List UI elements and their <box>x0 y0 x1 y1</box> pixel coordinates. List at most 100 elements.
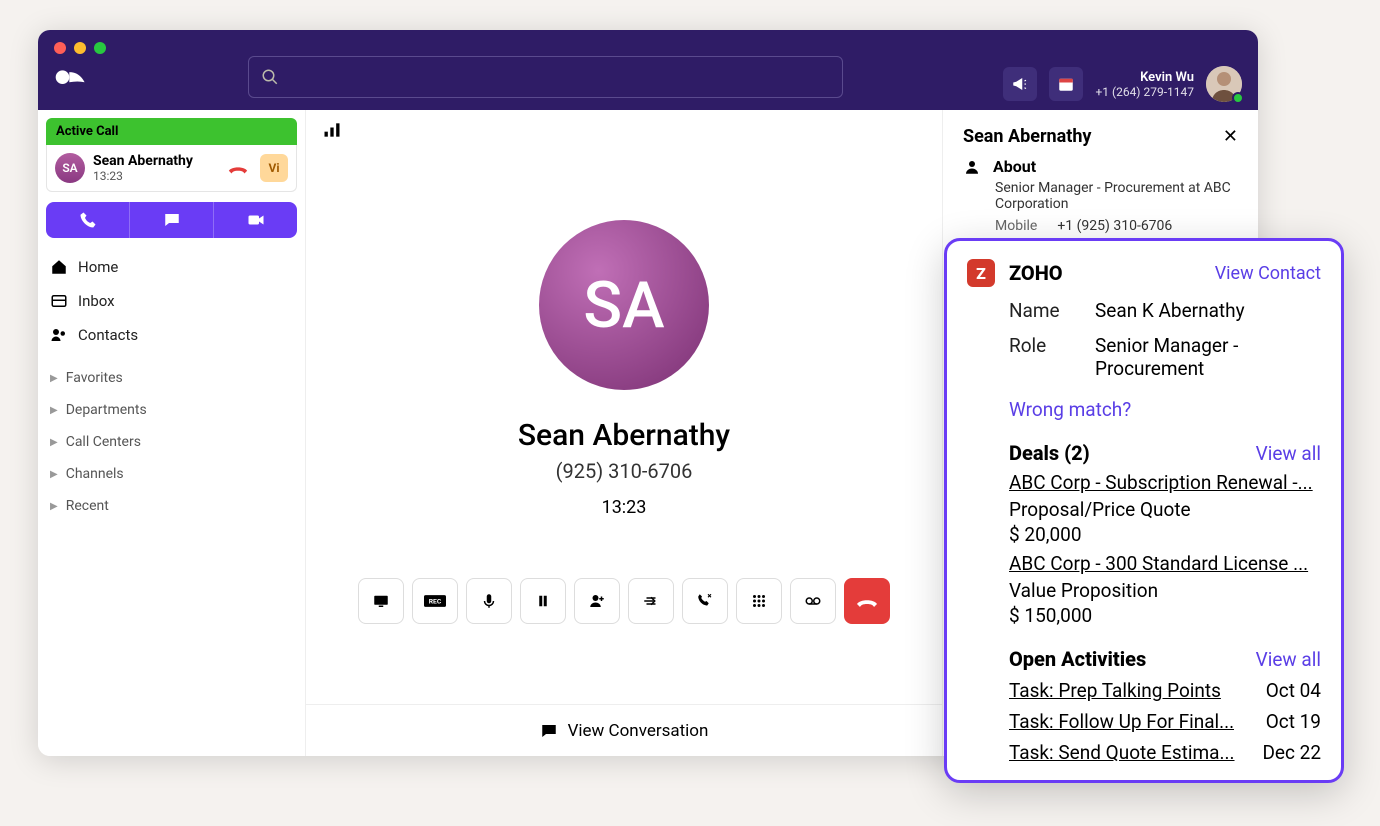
zoho-name-value: Sean K Abernathy <box>1095 299 1321 322</box>
active-call-banner: Active Call <box>46 118 297 145</box>
close-window-button[interactable] <box>54 42 66 54</box>
nav-home-label: Home <box>78 258 118 276</box>
mute-button[interactable] <box>466 578 512 624</box>
group-favorites[interactable]: ▶Favorites <box>46 362 297 394</box>
nav-contacts[interactable]: Contacts <box>46 318 297 352</box>
zoho-logo: Z <box>967 259 995 287</box>
nav-contacts-label: Contacts <box>78 326 138 344</box>
home-icon <box>50 258 68 276</box>
deals-view-all[interactable]: View all <box>1256 442 1321 465</box>
mic-icon <box>480 592 498 610</box>
activity-item: Task: Prep Talking Points Oct 04 <box>1009 679 1321 702</box>
chat-icon <box>540 722 558 740</box>
megaphone-icon <box>1011 75 1029 93</box>
call-timer: 13:23 <box>602 497 647 518</box>
activity-date: Dec 22 <box>1262 741 1321 764</box>
current-user-phone: +1 (264) 279-1147 <box>1095 85 1194 99</box>
pause-icon <box>534 592 552 610</box>
activity-title[interactable]: Task: Send Quote Estima... <box>1009 741 1235 764</box>
call-tab[interactable] <box>46 202 130 238</box>
deal-stage: Proposal/Price Quote <box>1009 498 1321 521</box>
hangup-button[interactable] <box>844 578 890 624</box>
activity-item: Task: Send Quote Estima... Dec 22 <box>1009 741 1321 764</box>
message-tab[interactable] <box>130 202 214 238</box>
about-label: About <box>993 157 1036 176</box>
transfer-icon <box>642 592 660 610</box>
caller-avatar: SA <box>55 153 85 183</box>
deal-stage: Value Proposition <box>1009 579 1321 602</box>
deal-title[interactable]: ABC Corp - Subscription Renewal -... <box>1009 471 1321 494</box>
add-participant-button[interactable] <box>574 578 620 624</box>
hangup-mini-button[interactable] <box>224 158 252 178</box>
rec-icon: REC <box>424 594 446 608</box>
window-controls <box>54 42 106 54</box>
activity-title[interactable]: Task: Follow Up For Final... <box>1009 710 1234 733</box>
search-input[interactable] <box>248 56 843 98</box>
sidebar: Active Call SA Sean Abernathy 13:23 Vi <box>38 110 306 756</box>
mobile-value: +1 (925) 310-6706 <box>1057 218 1172 234</box>
details-title: Sean Abernathy <box>963 126 1092 147</box>
maximize-window-button[interactable] <box>94 42 106 54</box>
contacts-icon <box>50 326 68 344</box>
activity-date: Oct 19 <box>1266 710 1321 733</box>
phone-icon <box>79 211 97 229</box>
signal-icon <box>322 120 342 140</box>
active-call-duration: 13:23 <box>93 169 216 183</box>
deal-title[interactable]: ABC Corp - 300 Standard License ... <box>1009 552 1321 575</box>
dialpad-icon <box>750 592 768 610</box>
calendar-button[interactable] <box>1049 67 1083 101</box>
group-recent[interactable]: ▶Recent <box>46 490 297 522</box>
group-channels[interactable]: ▶Channels <box>46 458 297 490</box>
about-text: Senior Manager - Procurement at ABC Corp… <box>995 180 1238 212</box>
mobile-label: Mobile <box>995 218 1037 234</box>
nav-inbox-label: Inbox <box>78 292 115 310</box>
view-contact-link[interactable]: View Contact <box>1215 263 1321 284</box>
voicemail-icon <box>804 592 822 610</box>
activities-heading: Open Activities <box>1009 647 1146 671</box>
nav-home[interactable]: Home <box>46 250 297 284</box>
hangup-icon <box>855 593 879 609</box>
comm-mode-segmented <box>46 202 297 238</box>
avatar-wrap[interactable] <box>1206 66 1242 102</box>
screenshare-button[interactable] <box>358 578 404 624</box>
view-conversation-button[interactable]: View Conversation <box>306 704 942 756</box>
minimize-window-button[interactable] <box>74 42 86 54</box>
dialpad-button[interactable] <box>736 578 782 624</box>
caller-large-avatar: SA <box>539 220 709 390</box>
zoho-popup: Z ZOHO View Contact Name Sean K Abernath… <box>944 238 1344 783</box>
presence-indicator <box>1232 92 1244 104</box>
wrong-match-link[interactable]: Wrong match? <box>1009 398 1321 421</box>
group-departments[interactable]: ▶Departments <box>46 394 297 426</box>
activity-title[interactable]: Task: Prep Talking Points <box>1009 679 1221 702</box>
activity-date: Oct 04 <box>1266 679 1321 702</box>
group-call-centers[interactable]: ▶Call Centers <box>46 426 297 458</box>
active-call-name: Sean Abernathy <box>93 153 216 169</box>
video-icon <box>247 211 265 229</box>
view-conversation-label: View Conversation <box>568 721 709 741</box>
deal-item: ABC Corp - Subscription Renewal -... Pro… <box>1009 471 1321 546</box>
announcements-button[interactable] <box>1003 67 1037 101</box>
record-button[interactable]: REC <box>412 578 458 624</box>
deals-heading: Deals (2) <box>1009 441 1090 465</box>
zoho-name-label: Name <box>1009 299 1075 322</box>
active-call-card[interactable]: SA Sean Abernathy 13:23 Vi <box>46 145 297 192</box>
call-park-button[interactable] <box>682 578 728 624</box>
vi-badge: Vi <box>260 154 288 182</box>
transfer-button[interactable] <box>628 578 674 624</box>
close-details-button[interactable]: ✕ <box>1223 126 1238 147</box>
hold-button[interactable] <box>520 578 566 624</box>
zoho-brand: ZOHO <box>1009 261 1063 285</box>
call-controls: REC <box>358 578 890 624</box>
zoho-role-value: Senior Manager - Procurement <box>1095 334 1321 380</box>
add-user-icon <box>588 592 606 610</box>
hangup-icon <box>227 161 249 175</box>
video-tab[interactable] <box>214 202 297 238</box>
activities-view-all[interactable]: View all <box>1256 648 1321 671</box>
nav-inbox[interactable]: Inbox <box>46 284 297 318</box>
activity-item: Task: Follow Up For Final... Oct 19 <box>1009 710 1321 733</box>
app-logo <box>54 67 88 87</box>
search-icon <box>261 68 279 86</box>
phone-swap-icon <box>696 592 714 610</box>
voicemail-button[interactable] <box>790 578 836 624</box>
message-icon <box>163 211 181 229</box>
